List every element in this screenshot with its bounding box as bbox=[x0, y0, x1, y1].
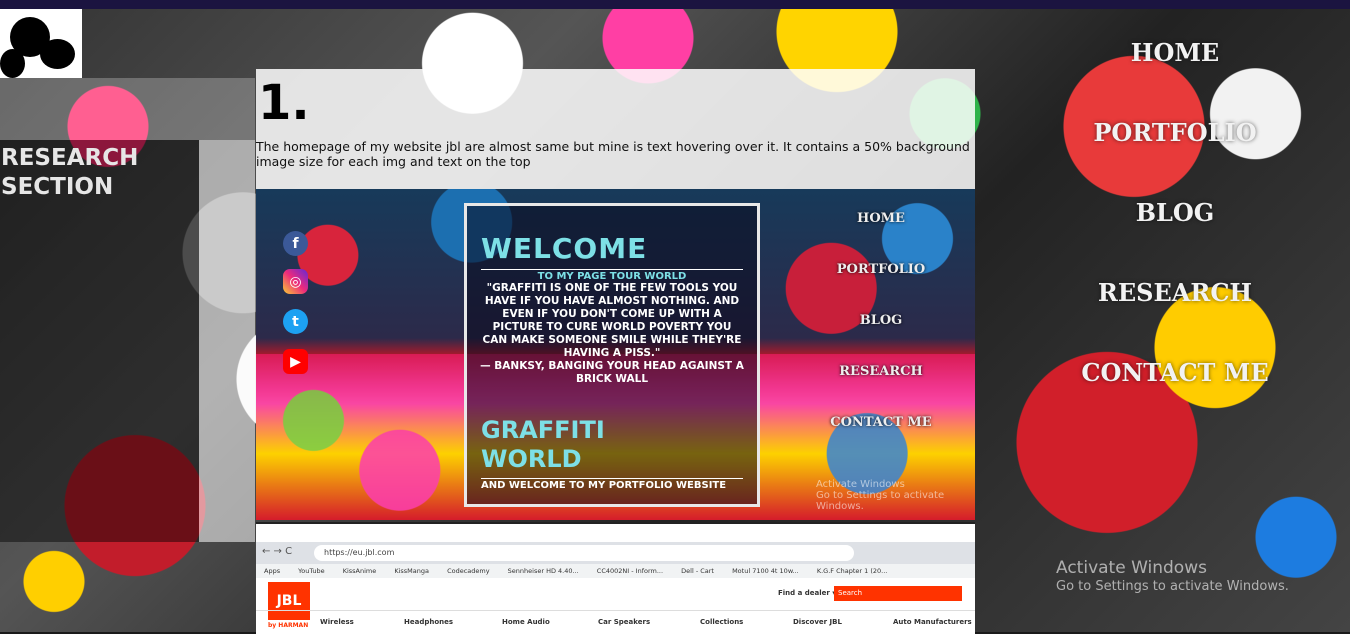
website-preview-screenshot: f ◎ t ▶ WELCOME TO MY PAGE TOUR WORLD "G… bbox=[256, 189, 975, 520]
facebook-icon[interactable]: f bbox=[283, 231, 308, 256]
browser-url: https://eu.jbl.com bbox=[314, 545, 854, 561]
activate-windows-watermark: Activate Windows Go to Settings to activ… bbox=[1056, 558, 1289, 594]
preview-nav-home: HOME bbox=[857, 211, 905, 226]
bookmarks-bar: Apps YouTube KissAnime KissManga Codecad… bbox=[256, 564, 975, 578]
find-dealer: Find a dealer ▾ bbox=[778, 589, 836, 597]
nav-blog[interactable]: BLOG bbox=[1075, 198, 1275, 227]
jbl-nav-item: Collections bbox=[700, 618, 744, 626]
preview-nav-contact: CONTACT ME bbox=[830, 415, 932, 430]
graffiti-world-title: GRAFFITI WORLD bbox=[481, 416, 605, 473]
nav-home[interactable]: HOME bbox=[1075, 38, 1275, 67]
instagram-icon[interactable]: ◎ bbox=[283, 269, 308, 294]
bookmark-item: Codecademy bbox=[447, 567, 490, 575]
bookmark-item: Apps bbox=[264, 567, 281, 575]
research-card: 1. The homepage of my website jbl are al… bbox=[256, 69, 975, 189]
jbl-nav-item: Headphones bbox=[404, 618, 454, 626]
preview-nav-blog: BLOG bbox=[859, 313, 903, 328]
bookmark-item: KissManga bbox=[394, 567, 429, 575]
bookmark-item: Dell - Cart bbox=[681, 567, 714, 575]
activate-line1: Activate Windows bbox=[1056, 558, 1207, 578]
browser-toolbar: ← → C https://eu.jbl.com bbox=[256, 542, 975, 564]
nav-contact[interactable]: CONTACT ME bbox=[1075, 358, 1275, 387]
bookmark-item: CC4002NI - Inform... bbox=[596, 567, 664, 575]
welcome-box: WELCOME TO MY PAGE TOUR WORLD "GRAFFITI … bbox=[464, 203, 760, 507]
left-panel-strip bbox=[199, 140, 255, 542]
bookmark-item: K.G.F Chapter 1 (20... bbox=[816, 567, 888, 575]
jbl-nav-item: Wireless bbox=[320, 618, 354, 626]
twitter-icon[interactable]: t bbox=[283, 309, 308, 334]
card-description: The homepage of my website jbl are almos… bbox=[256, 139, 970, 169]
preview-activate-line1: Activate Windows bbox=[816, 479, 905, 490]
jbl-nav-item: Discover JBL bbox=[793, 618, 842, 626]
section-title: RESEARCH SECTION bbox=[1, 145, 139, 200]
browser-nav-icons: ← → C bbox=[262, 546, 293, 557]
bookmark-item: Motul 7100 4t 10w... bbox=[732, 567, 799, 575]
quote-attribution: — BANKSY, BANGING YOUR HEAD AGAINST A BR… bbox=[480, 360, 744, 385]
jbl-browser-screenshot: ← → C https://eu.jbl.com Apps YouTube Ki… bbox=[256, 522, 975, 634]
preview-nav-research: RESEARCH bbox=[839, 364, 923, 379]
preview-activate-watermark: Activate Windows Go to Settings to activ… bbox=[816, 479, 975, 512]
card-number: 1. bbox=[258, 75, 310, 131]
logo-blot bbox=[0, 49, 25, 78]
jbl-nav-item: Auto Manufacturers bbox=[893, 618, 972, 626]
site-logo[interactable] bbox=[0, 9, 82, 78]
banksy-quote: "GRAFFITI IS ONE OF THE FEW TOOLS YOU HA… bbox=[482, 282, 742, 359]
activate-line2: Go to Settings to activate Windows. bbox=[1056, 579, 1289, 594]
jbl-header: JBL by HARMAN Find a dealer ▾ Search Wir… bbox=[256, 578, 975, 634]
jbl-nav: Wireless Headphones Home Audio Car Speak… bbox=[256, 616, 975, 630]
welcome-subtitle: TO MY PAGE TOUR WORLD bbox=[481, 269, 743, 282]
jbl-nav-item: Home Audio bbox=[502, 618, 550, 626]
bookmark-item: YouTube bbox=[298, 567, 325, 575]
left-panel-top bbox=[0, 78, 255, 140]
preview-nav-portfolio: PORTFOLIO bbox=[836, 262, 926, 277]
graffiti-world-subtitle: AND WELCOME TO MY PORTFOLIO WEBSITE bbox=[481, 478, 743, 491]
bookmark-item: KissAnime bbox=[342, 567, 377, 575]
welcome-title: WELCOME bbox=[481, 232, 648, 265]
jbl-logo: JBL bbox=[268, 582, 310, 620]
preview-activate-line2: Go to Settings to activate Windows. bbox=[816, 490, 945, 512]
jbl-nav-divider bbox=[256, 610, 975, 611]
bookmark-item: Sennheiser HD 4.40... bbox=[507, 567, 579, 575]
nav-portfolio[interactable]: PORTFOLIO bbox=[1075, 118, 1275, 147]
logo-blot bbox=[40, 39, 75, 69]
top-strip bbox=[0, 0, 1350, 9]
jbl-nav-item: Car Speakers bbox=[598, 618, 651, 626]
jbl-search: Search bbox=[834, 586, 962, 601]
nav-research[interactable]: RESEARCH bbox=[1075, 278, 1275, 307]
youtube-icon[interactable]: ▶ bbox=[283, 349, 308, 374]
